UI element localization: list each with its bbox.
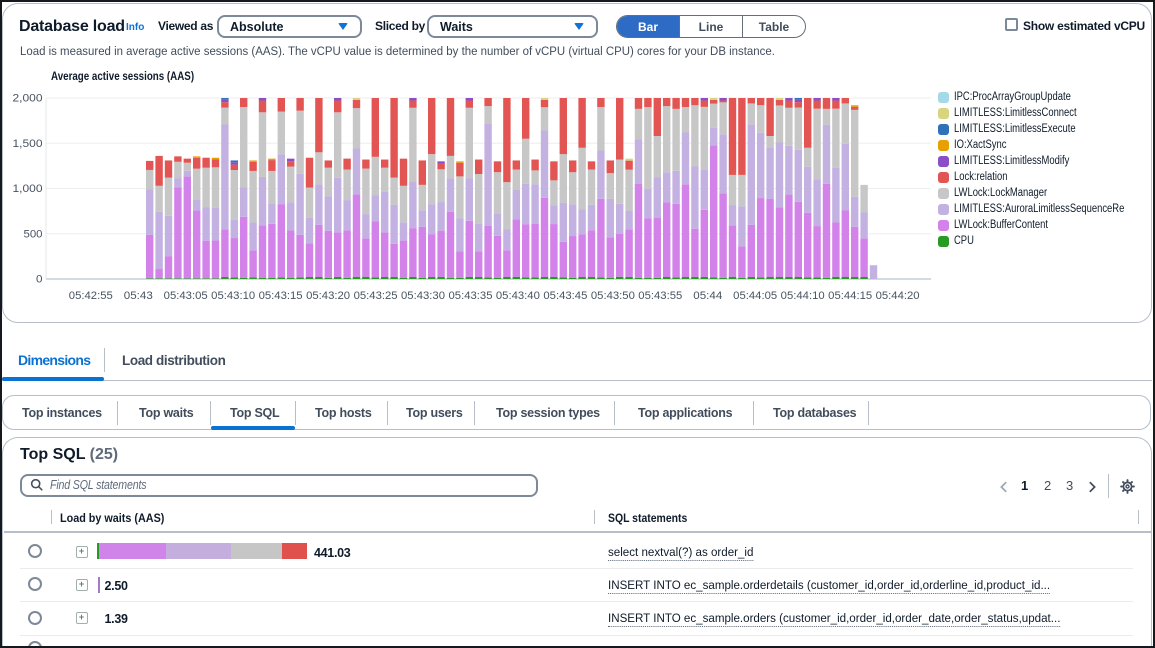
svg-text:05:43: 05:43 [124,290,153,302]
svg-text:500: 500 [24,228,43,240]
svg-text:05:43:10: 05:43:10 [211,290,255,302]
svg-text:1,500: 1,500 [13,138,43,150]
svg-text:05:44:20: 05:44:20 [876,290,920,302]
svg-text:05:43:20: 05:43:20 [306,290,350,302]
svg-text:05:44:05: 05:44:05 [733,290,777,302]
svg-text:05:42:55: 05:42:55 [69,290,113,302]
svg-text:1,000: 1,000 [13,183,43,195]
svg-text:05:43:45: 05:43:45 [543,290,587,302]
svg-text:05:44:15: 05:44:15 [828,290,872,302]
svg-text:05:44: 05:44 [693,290,722,302]
svg-text:05:43:25: 05:43:25 [354,290,398,302]
svg-text:05:43:05: 05:43:05 [164,290,208,302]
svg-text:05:44:10: 05:44:10 [781,290,825,302]
svg-text:05:43:15: 05:43:15 [259,290,303,302]
svg-text:05:43:50: 05:43:50 [591,290,635,302]
svg-text:05:43:35: 05:43:35 [449,290,493,302]
svg-text:05:43:30: 05:43:30 [401,290,445,302]
svg-text:05:43:55: 05:43:55 [638,290,682,302]
svg-text:05:43:40: 05:43:40 [496,290,540,302]
svg-text:0: 0 [36,274,43,286]
svg-text:2,000: 2,000 [13,93,43,105]
